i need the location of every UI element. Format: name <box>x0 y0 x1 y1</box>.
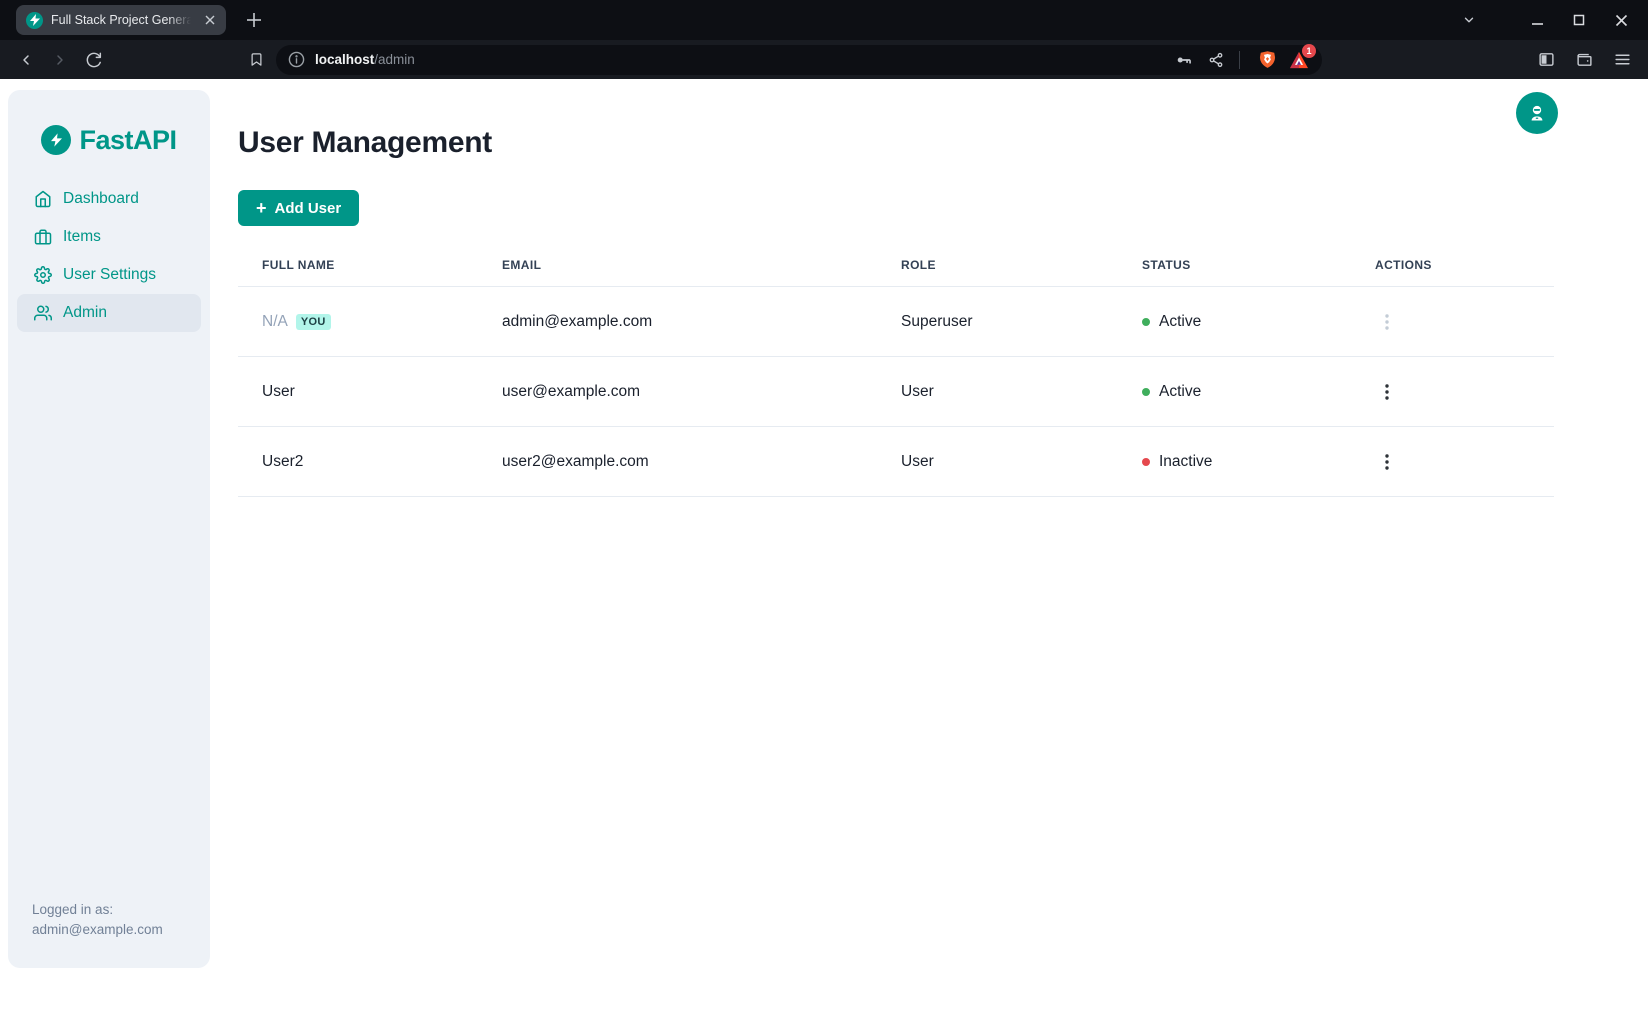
user-email: admin@example.com <box>478 287 877 357</box>
url-host: localhost <box>315 52 374 67</box>
user-email: user2@example.com <box>478 427 877 497</box>
window-maximize-button[interactable] <box>1566 7 1592 33</box>
home-icon <box>34 190 52 208</box>
browser-tab[interactable]: Full Stack Project Genera <box>16 5 226 35</box>
menu-hamburger-icon[interactable] <box>1608 46 1636 74</box>
page: FastAPI Dashboard Items User Settings Ad… <box>0 79 1648 1025</box>
rewards-count-badge: 1 <box>1302 44 1316 58</box>
bookmark-icon[interactable] <box>242 46 270 74</box>
add-user-button[interactable]: + Add User <box>238 190 359 226</box>
you-badge: YOU <box>296 314 331 330</box>
sidebar-item-label: Admin <box>63 304 107 322</box>
new-tab-button[interactable] <box>240 6 268 34</box>
page-title: User Management <box>238 125 1648 161</box>
briefcase-icon <box>34 228 52 246</box>
sidebar-item-label: Items <box>63 228 101 246</box>
status-dot-inactive <box>1142 458 1150 466</box>
status-dot-active <box>1142 318 1150 326</box>
sidebar-nav: Dashboard Items User Settings Admin <box>8 180 210 332</box>
url-bar[interactable]: localhost/admin 1 <box>276 45 1322 75</box>
user-role: User <box>877 357 1118 427</box>
status-dot-active <box>1142 388 1150 396</box>
logged-in-footer: Logged in as: admin@example.com <box>8 900 210 968</box>
fastapi-logo: FastAPI <box>8 120 210 160</box>
logged-in-email: admin@example.com <box>32 920 186 940</box>
plus-icon: + <box>256 199 267 217</box>
sidebar-item-user-settings[interactable]: User Settings <box>17 256 201 294</box>
password-key-icon[interactable] <box>1171 47 1197 73</box>
col-role: ROLE <box>877 258 1118 287</box>
reload-button[interactable] <box>80 46 108 74</box>
sidebar-item-items[interactable]: Items <box>17 218 201 256</box>
site-info-icon[interactable] <box>288 51 305 68</box>
back-button[interactable] <box>12 46 40 74</box>
user-menu-button[interactable] <box>1516 92 1558 134</box>
row-actions-menu-button[interactable] <box>1375 448 1399 476</box>
sidebar-item-label: Dashboard <box>63 190 139 208</box>
row-actions-menu-button[interactable] <box>1375 378 1399 406</box>
user-role: Superuser <box>877 287 1118 357</box>
main-content: User Management + Add User FULL NAME EMA… <box>210 79 1648 497</box>
table-row: N/A YOU admin@example.com Superuser Activ… <box>238 287 1554 357</box>
wallet-icon[interactable] <box>1570 46 1598 74</box>
status-label: Active <box>1159 383 1201 401</box>
tab-close-icon[interactable] <box>202 12 218 28</box>
users-icon <box>34 304 52 322</box>
browser-tabstrip: Full Stack Project Genera <box>0 0 1648 40</box>
status-label: Active <box>1159 313 1201 331</box>
logo-text: FastAPI <box>79 125 176 156</box>
user-full-name: User2 <box>238 427 478 497</box>
users-table: FULL NAME EMAIL ROLE STATUS ACTIONS N/A Y… <box>238 258 1554 497</box>
add-user-label: Add User <box>275 200 342 217</box>
col-status: STATUS <box>1118 258 1351 287</box>
forward-button[interactable] <box>46 46 74 74</box>
table-header-row: FULL NAME EMAIL ROLE STATUS ACTIONS <box>238 258 1554 287</box>
url-text[interactable]: localhost/admin <box>315 52 1165 67</box>
col-actions: ACTIONS <box>1351 258 1554 287</box>
user-full-name: User <box>238 357 478 427</box>
gear-icon <box>34 266 52 284</box>
toolbar-divider <box>1239 51 1240 69</box>
sidebar-item-dashboard[interactable]: Dashboard <box>17 180 201 218</box>
user-astronaut-icon <box>1527 103 1547 123</box>
logged-in-label: Logged in as: <box>32 900 186 920</box>
window-minimize-button[interactable] <box>1524 7 1550 33</box>
table-row: User2 user2@example.com User Inactive <box>238 427 1554 497</box>
brave-rewards-icon[interactable]: 1 <box>1286 47 1312 73</box>
side-panel-icon[interactable] <box>1532 46 1560 74</box>
tab-search-chevron-icon[interactable] <box>1462 0 1476 40</box>
sidebar: FastAPI Dashboard Items User Settings Ad… <box>8 90 210 968</box>
share-icon[interactable] <box>1203 47 1229 73</box>
fastapi-bolt-icon <box>41 125 71 155</box>
url-path: /admin <box>374 52 415 67</box>
user-full-name: N/A <box>262 313 288 330</box>
status-label: Inactive <box>1159 453 1212 471</box>
window-close-button[interactable] <box>1608 7 1634 33</box>
sidebar-item-label: User Settings <box>63 266 156 284</box>
row-actions-menu-button[interactable] <box>1375 308 1399 336</box>
table-row: User user@example.com User Active <box>238 357 1554 427</box>
user-email: user@example.com <box>478 357 877 427</box>
col-full-name: FULL NAME <box>238 258 478 287</box>
tab-title: Full Stack Project Genera <box>51 13 194 27</box>
user-role: User <box>877 427 1118 497</box>
browser-toolbar: localhost/admin 1 <box>0 40 1648 79</box>
fastapi-favicon-icon <box>26 12 43 29</box>
col-email: EMAIL <box>478 258 877 287</box>
sidebar-item-admin[interactable]: Admin <box>17 294 201 332</box>
brave-shield-icon[interactable] <box>1254 47 1280 73</box>
